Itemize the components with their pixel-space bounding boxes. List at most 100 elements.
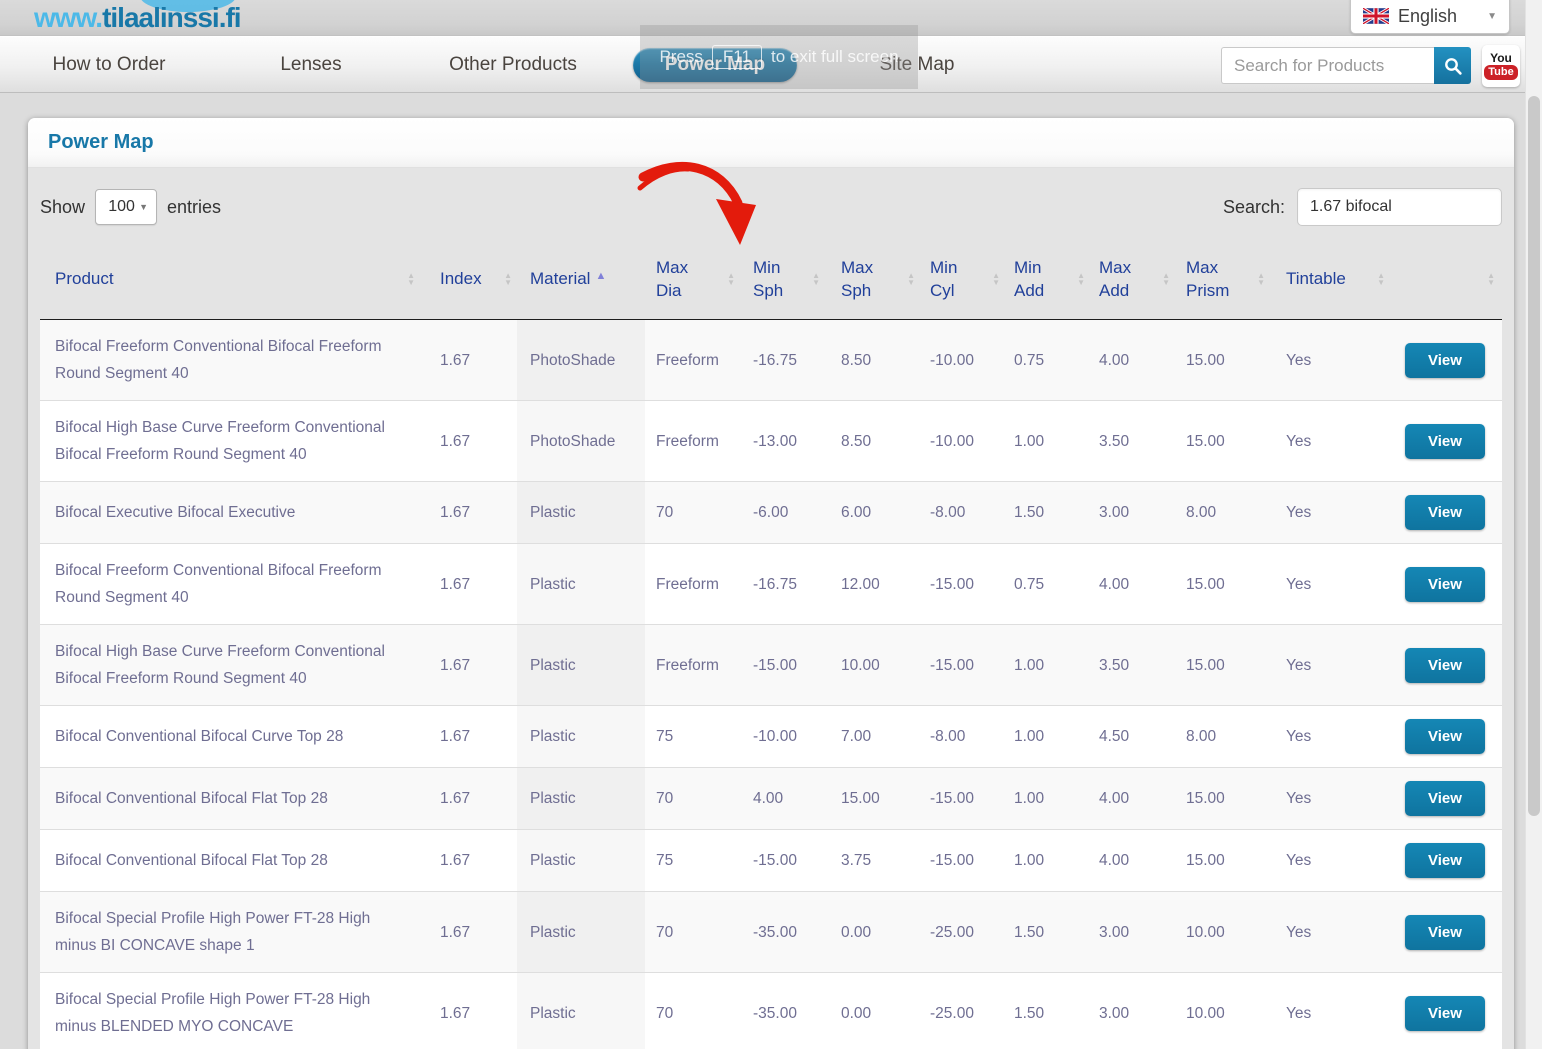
cell-product: Bifocal Executive Bifocal Executive (40, 482, 420, 543)
cell-tintable: Yes (1270, 830, 1390, 891)
cell-max_sph: 15.00 (825, 768, 920, 829)
cell-min_sph: -6.00 (740, 482, 825, 543)
cell-product: Bifocal Conventional Bifocal Curve Top 2… (40, 706, 420, 767)
cell-material: Plastic (517, 830, 645, 891)
cell-product: Bifocal Freeform Conventional Bifocal Fr… (40, 544, 420, 624)
entries-label: entries (167, 197, 221, 218)
column-header-min_add[interactable]: MinAdd▲▼ (1005, 239, 1090, 319)
view-button[interactable]: View (1405, 495, 1485, 530)
nav-item-lenses[interactable]: Lenses (210, 37, 412, 92)
cell-min_sph: -16.75 (740, 320, 825, 400)
cell-min_sph: 4.00 (740, 768, 825, 829)
table-header-row: Product▲▼Index▲▼Material▲MaxDia▲▼MinSph▲… (40, 239, 1502, 320)
cell-max_dia: Freeform (645, 544, 740, 624)
nav-item-label: How to Order (53, 54, 166, 76)
cell-view: View (1390, 625, 1500, 705)
cell-max_add: 4.00 (1090, 768, 1175, 829)
cell-product: Bifocal Special Profile High Power FT-28… (40, 973, 420, 1049)
cell-view: View (1390, 320, 1500, 400)
view-button[interactable]: View (1405, 648, 1485, 683)
column-header-tintable[interactable]: Tintable▲▼ (1270, 239, 1390, 319)
cell-min_add: 1.50 (1005, 892, 1090, 972)
product-search-input[interactable] (1221, 47, 1434, 84)
scrollbar[interactable] (1525, 0, 1542, 1049)
cell-view: View (1390, 544, 1500, 624)
table-row: Bifocal Conventional Bifocal Flat Top 28… (40, 830, 1502, 892)
cell-max_prism: 15.00 (1175, 768, 1270, 829)
cell-max_dia: 70 (645, 482, 740, 543)
cell-index: 1.67 (420, 544, 517, 624)
f11-keycap: F11 (712, 45, 762, 69)
view-button[interactable]: View (1405, 719, 1485, 754)
column-header-material[interactable]: Material▲ (517, 239, 645, 319)
column-header-max_sph[interactable]: MaxSph▲▼ (825, 239, 920, 319)
cell-max_sph: 10.00 (825, 625, 920, 705)
nav-item-label: Other Products (449, 54, 577, 76)
scrollbar-thumb[interactable] (1528, 96, 1540, 816)
sort-icon: ▲▼ (1162, 272, 1170, 286)
cell-min_add: 1.00 (1005, 401, 1090, 481)
view-button[interactable]: View (1405, 843, 1485, 878)
cell-max_prism: 8.00 (1175, 482, 1270, 543)
nav-item-how-to-order[interactable]: How to Order (8, 37, 210, 92)
search-button[interactable] (1434, 47, 1471, 84)
cell-product: Bifocal Freeform Conventional Bifocal Fr… (40, 320, 420, 400)
cell-min_cyl: -15.00 (920, 544, 1005, 624)
cell-min_cyl: -15.00 (920, 768, 1005, 829)
entries-select-value: 100 (104, 198, 139, 216)
site-logo[interactable]: www.tilaalinssi.fi (34, 2, 241, 34)
cell-index: 1.67 (420, 973, 517, 1049)
table-row: Bifocal Special Profile High Power FT-28… (40, 973, 1502, 1049)
cell-tintable: Yes (1270, 482, 1390, 543)
show-label: Show (40, 197, 85, 218)
language-selector[interactable]: English ▼ (1350, 0, 1510, 34)
cell-max_prism: 15.00 (1175, 544, 1270, 624)
cell-min_add: 0.75 (1005, 320, 1090, 400)
nav-item-label: Lenses (280, 54, 341, 76)
view-button[interactable]: View (1405, 996, 1485, 1031)
cell-max_dia: 70 (645, 768, 740, 829)
entries-select[interactable]: 100 ▼ (95, 189, 157, 225)
cell-max_prism: 15.00 (1175, 401, 1270, 481)
column-header-max_add[interactable]: MaxAdd▲▼ (1090, 239, 1175, 319)
page-content: Power Map Show 100 ▼ entries Search: Pro… (0, 93, 1542, 1049)
column-header-min_sph[interactable]: MinSph▲▼ (740, 239, 825, 319)
view-button[interactable]: View (1405, 343, 1485, 378)
column-header-label: Product (55, 269, 420, 289)
cell-material: Plastic (517, 482, 645, 543)
view-button[interactable]: View (1405, 567, 1485, 602)
column-header-min_cyl[interactable]: MinCyl▲▼ (920, 239, 1005, 319)
cell-max_prism: 8.00 (1175, 706, 1270, 767)
search-icon (1443, 56, 1463, 76)
cell-material: Plastic (517, 973, 645, 1049)
table-row: Bifocal Conventional Bifocal Flat Top 28… (40, 768, 1502, 830)
view-button[interactable]: View (1405, 424, 1485, 459)
column-header-max_dia[interactable]: MaxDia▲▼ (645, 239, 740, 319)
column-header-view[interactable]: ▲▼ (1390, 239, 1500, 319)
column-header-index[interactable]: Index▲▼ (420, 239, 517, 319)
table-row: Bifocal High Base Curve Freeform Convent… (40, 401, 1502, 482)
table-controls: Show 100 ▼ entries Search: (40, 188, 1502, 226)
nav-search (1221, 47, 1471, 84)
table-body: Bifocal Freeform Conventional Bifocal Fr… (40, 320, 1502, 1049)
view-button[interactable]: View (1405, 781, 1485, 816)
table-search-label: Search: (1223, 197, 1285, 218)
cell-max_add: 4.00 (1090, 544, 1175, 624)
view-button[interactable]: View (1405, 915, 1485, 950)
cell-max_add: 4.00 (1090, 830, 1175, 891)
column-header-max_prism[interactable]: MaxPrism▲▼ (1175, 239, 1270, 319)
table-search-input[interactable] (1297, 188, 1502, 226)
column-header-product[interactable]: Product▲▼ (40, 239, 420, 319)
youtube-icon[interactable]: You Tube (1482, 45, 1520, 87)
cell-max_dia: Freeform (645, 625, 740, 705)
uk-flag-icon (1363, 8, 1389, 24)
cell-min_sph: -15.00 (740, 625, 825, 705)
cell-tintable: Yes (1270, 544, 1390, 624)
cell-min_cyl: -25.00 (920, 973, 1005, 1049)
sort-icon: ▲▼ (407, 272, 415, 286)
cell-min_add: 1.00 (1005, 706, 1090, 767)
nav-item-other-products[interactable]: Other Products (412, 37, 614, 92)
cell-min_sph: -13.00 (740, 401, 825, 481)
cell-view: View (1390, 892, 1500, 972)
cell-min_cyl: -25.00 (920, 892, 1005, 972)
